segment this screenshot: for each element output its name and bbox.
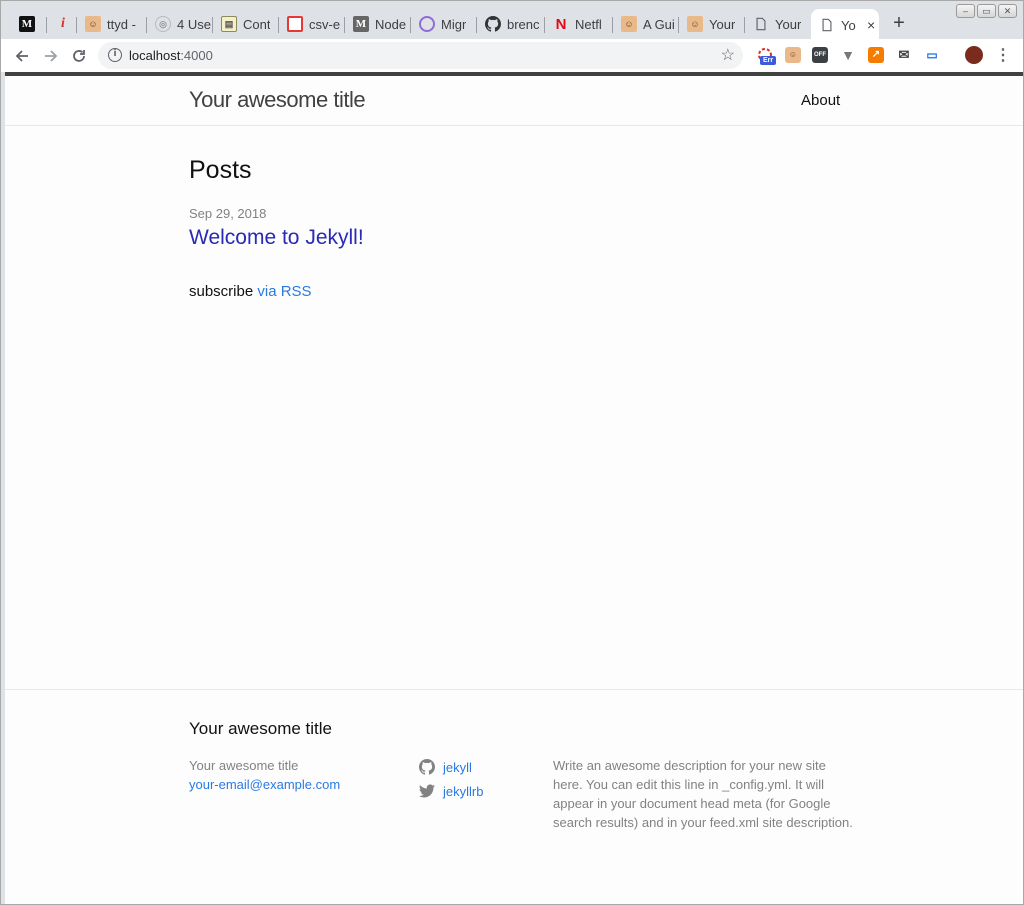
doc-icon: ▤	[221, 16, 237, 32]
new-tab-button[interactable]: +	[889, 12, 909, 34]
cast-icon[interactable]: ▭	[924, 47, 940, 63]
github-link[interactable]: jekyll	[443, 760, 472, 775]
red-i-icon: i	[61, 16, 65, 31]
netflix-icon: N	[555, 15, 567, 33]
maximize-icon[interactable]: ▭	[977, 4, 996, 18]
footer-contact: Your awesome title your-email@example.co…	[189, 756, 340, 794]
tab-10[interactable]: ☺ A Gui	[613, 9, 679, 39]
tab-1[interactable]: i	[47, 9, 77, 39]
address-bar[interactable]: i localhost:4000 ☆	[98, 42, 743, 69]
footer-description: Write an awesome description for your ne…	[553, 758, 853, 830]
tab-11[interactable]: ☺ Your	[679, 9, 745, 39]
reload-icon[interactable]	[68, 45, 90, 67]
footer-heading: Your awesome title	[189, 719, 333, 738]
extension-face-icon[interactable]: ☺	[785, 47, 801, 63]
page-icon	[753, 16, 769, 32]
extension-v-icon[interactable]: ▼	[840, 47, 856, 63]
post-date: Sep 29, 2018	[189, 206, 267, 221]
medium-icon: M	[353, 16, 369, 32]
tab-active[interactable]: Yo ×	[811, 9, 879, 41]
page-viewport: Your awesome title About Posts Sep 29, 2…	[5, 76, 1023, 904]
red-box-icon	[287, 16, 303, 32]
extension-off-icon[interactable]: OFF	[812, 47, 828, 63]
twitter-link[interactable]: jekyllrb	[443, 784, 483, 799]
tab-12[interactable]: Your	[745, 9, 811, 39]
tab-close-icon[interactable]: ×	[867, 17, 875, 33]
tab-6[interactable]: M Node	[345, 9, 411, 39]
footer-email-link[interactable]: your-email@example.com	[189, 775, 340, 794]
minimize-icon[interactable]: –	[956, 4, 975, 18]
info-icon[interactable]: i	[108, 48, 122, 62]
footer-site-name: Your awesome title	[189, 758, 299, 773]
page-icon	[819, 17, 835, 33]
face-icon: ☺	[621, 16, 637, 32]
site-header: Your awesome title About	[5, 76, 1023, 126]
window-controls: – ▭ ✕	[956, 4, 1017, 18]
tab-4[interactable]: ▤ Cont	[213, 9, 279, 39]
medium-icon: M	[19, 16, 35, 32]
tab-2[interactable]: ☺ ttyd -	[77, 9, 147, 39]
face-icon: ☺	[687, 16, 703, 32]
tab-8[interactable]: brenc	[477, 9, 545, 39]
purple-circle-icon	[419, 16, 435, 32]
back-icon[interactable]	[11, 45, 33, 67]
tab-5[interactable]: csv-e	[279, 9, 345, 39]
tab-strip: M i ☺ ttyd - ◎ 4 Use ▤ Cont csv-e M Node…	[1, 1, 1023, 41]
post-title-link[interactable]: Welcome to Jekyll!	[189, 226, 364, 250]
site-title-link[interactable]: Your awesome title	[189, 87, 366, 113]
url-text: localhost:4000	[129, 48, 213, 63]
twitter-icon	[419, 784, 435, 798]
browser-window: M i ☺ ttyd - ◎ 4 Use ▤ Cont csv-e M Node…	[0, 0, 1024, 905]
nav-about-link[interactable]: About	[801, 92, 840, 109]
rss-subscribe: subscribe via RSS	[189, 283, 312, 300]
github-icon	[419, 759, 435, 775]
social-twitter: jekyllrb	[419, 779, 483, 803]
site-footer: Your awesome title Your awesome title yo…	[5, 689, 1023, 904]
tab-3[interactable]: ◎ 4 Use	[147, 9, 213, 39]
tab-9[interactable]: N Netfl	[545, 9, 613, 39]
extension-chart-icon[interactable]: ↗	[868, 47, 884, 63]
globe-icon: ◎	[155, 16, 171, 32]
tab-7[interactable]: Migr	[411, 9, 477, 39]
menu-kebab-icon[interactable]: ⋮	[992, 45, 1014, 67]
forward-icon[interactable]	[40, 45, 62, 67]
rss-link[interactable]: via RSS	[257, 283, 311, 300]
profile-avatar[interactable]	[965, 46, 983, 64]
browser-toolbar: i localhost:4000 ☆ Err ☺ OFF ▼ ↗ ✉ ▭ ⋮	[1, 39, 1023, 72]
extension-err-icon[interactable]: Err	[757, 47, 776, 65]
social-github: jekyll	[419, 755, 483, 779]
footer-social: jekyll jekyllrb	[419, 755, 483, 803]
face-icon: ☺	[85, 16, 101, 32]
tab-0[interactable]: M	[11, 9, 47, 39]
github-icon	[485, 16, 501, 32]
close-window-icon[interactable]: ✕	[998, 4, 1017, 18]
bookmark-star-icon[interactable]: ☆	[721, 45, 735, 65]
extension-mail-icon[interactable]: ✉	[896, 47, 912, 63]
posts-heading: Posts	[189, 156, 252, 184]
